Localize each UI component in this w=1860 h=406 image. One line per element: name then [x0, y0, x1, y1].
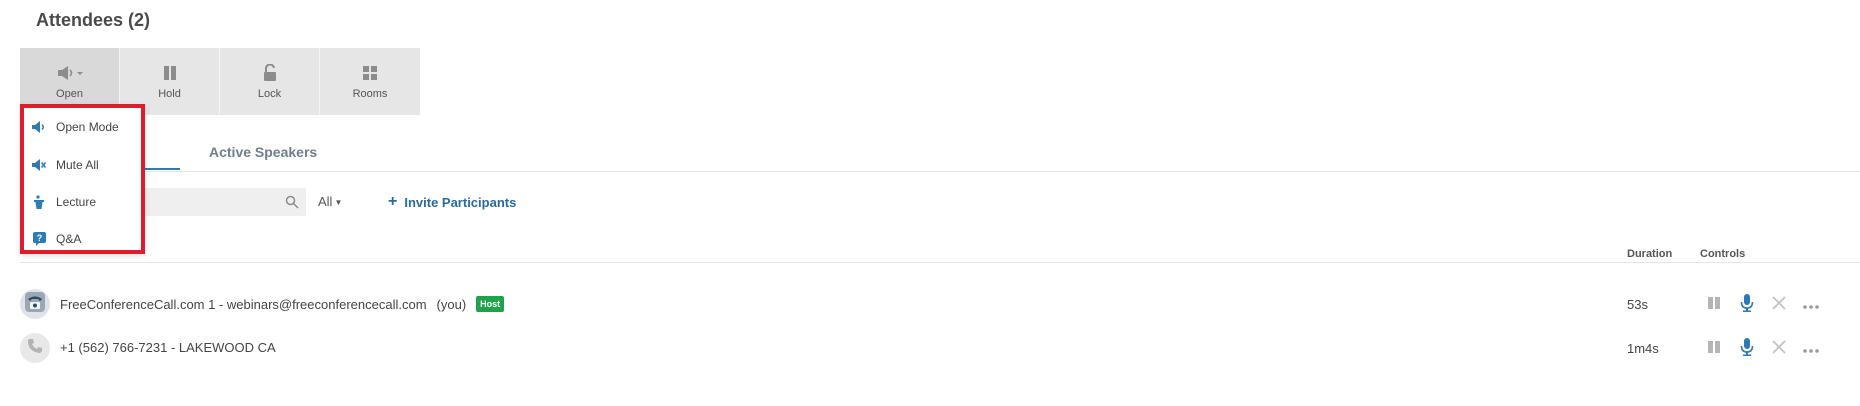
you-suffix: (you): [436, 296, 467, 312]
filter-value: All: [318, 194, 333, 209]
filter-dropdown[interactable]: All ▼: [318, 194, 342, 209]
column-header-controls: Controls: [1700, 248, 1746, 260]
more-options-button[interactable]: [1801, 339, 1821, 359]
podium-icon: [32, 195, 46, 209]
page-title: Attendees (2): [36, 10, 151, 30]
lock-label: Lock: [257, 87, 282, 100]
participant-name-text: +1 (562) 766-7231 - LAKEWOOD CA: [60, 340, 276, 355]
pause-icon: [1707, 340, 1721, 359]
avatar: [20, 289, 50, 319]
menu-item-label: Open Mode: [56, 120, 119, 134]
menu-item-mute-all[interactable]: Mute All: [32, 152, 142, 178]
caret-down-icon: ▼: [334, 198, 343, 208]
remove-participant-button[interactable]: [1769, 295, 1789, 315]
grid-icon: [362, 64, 378, 82]
avatar: [20, 333, 50, 363]
close-icon: [1772, 295, 1786, 315]
mute-participant-button[interactable]: [1737, 293, 1757, 317]
pause-icon: [1707, 296, 1721, 315]
tab-active-speakers[interactable]: Active Speakers: [209, 144, 317, 160]
speaker-muted-icon: [32, 159, 46, 171]
menu-item-lecture[interactable]: Lecture: [32, 189, 142, 215]
microphone-icon: [1740, 337, 1754, 361]
column-header-duration: Duration: [1627, 248, 1673, 260]
rooms-button[interactable]: Rooms: [320, 48, 420, 115]
question-bubble-icon: ?: [32, 232, 46, 246]
search-icon[interactable]: [285, 195, 299, 214]
table-header-divider: [20, 262, 1860, 263]
menu-item-label: Lecture: [56, 195, 97, 209]
phone-handset-icon: [27, 338, 43, 359]
conference-mode-menu: Open Mode Mute All Lecture ? Q&A: [20, 104, 145, 254]
participant-name: +1 (562) 766-7231 - LAKEWOOD CA: [60, 340, 276, 355]
unlock-icon: [262, 63, 278, 82]
invite-label: Invite Participants: [404, 194, 517, 210]
microphone-icon: [1740, 293, 1754, 317]
tabs-divider: [20, 171, 1860, 172]
speaker-icon: [32, 121, 46, 133]
rooms-label: Rooms: [352, 87, 388, 100]
participant-name-text: FreeConferenceCall.com 1 - webinars@free…: [60, 296, 427, 312]
host-badge: Host: [476, 296, 505, 312]
participant-duration: 1m4s: [1627, 341, 1659, 356]
more-horizontal-icon: [1803, 340, 1819, 358]
hold-participant-button[interactable]: [1704, 339, 1724, 359]
menu-item-label: Mute All: [56, 158, 99, 172]
open-mode-label: Open: [56, 87, 83, 100]
table-row: FreeConferenceCall.com 1 - webinars@free…: [20, 287, 1840, 323]
menu-item-open-mode[interactable]: Open Mode: [32, 114, 142, 140]
more-horizontal-icon: [1803, 296, 1819, 314]
menu-item-qa[interactable]: ? Q&A: [32, 226, 142, 252]
lock-button[interactable]: Lock: [220, 48, 320, 115]
more-options-button[interactable]: [1801, 295, 1821, 315]
hold-participant-button[interactable]: [1704, 295, 1724, 315]
participant-duration: 53s: [1627, 297, 1648, 312]
plus-icon: +: [388, 193, 398, 210]
mute-participant-button[interactable]: [1737, 337, 1757, 361]
close-icon: [1772, 339, 1786, 359]
menu-item-label: Q&A: [56, 232, 82, 246]
svg-text:?: ?: [36, 233, 42, 243]
speaker-icon: [57, 64, 83, 82]
table-row: +1 (562) 766-7231 - LAKEWOOD CA 1m4s: [20, 331, 1840, 367]
desk-phone-icon: [24, 291, 46, 318]
remove-participant-button[interactable]: [1769, 339, 1789, 359]
invite-participants-button[interactable]: + Invite Participants: [388, 194, 516, 210]
participant-name: FreeConferenceCall.com 1 - webinars@free…: [60, 296, 505, 312]
hold-label: Hold: [158, 87, 181, 100]
pause-icon: [162, 64, 178, 82]
